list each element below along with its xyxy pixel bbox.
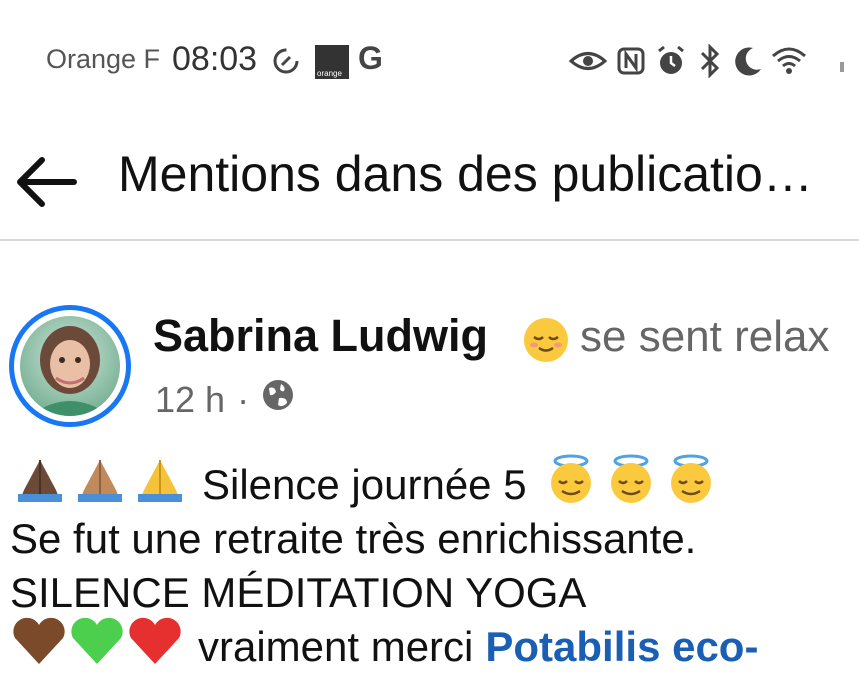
post-text-line-4: vraiment merci	[198, 623, 474, 670]
brown-heart-emoji-icon	[10, 616, 68, 679]
carrier-name: Orange F	[46, 44, 161, 74]
page-title: Mentions dans des publicatio…	[118, 146, 813, 202]
eye-icon	[568, 46, 608, 81]
avatar-photo	[20, 316, 120, 416]
praying-hands-dark-emoji-icon	[10, 456, 70, 515]
post-header: Sabrina Ludwig se sent relax 12 h ·	[0, 300, 859, 430]
post-line-2: Se fut une retraite très enrichissante.	[10, 512, 859, 566]
google-g-icon: G	[358, 40, 383, 76]
status-icons-right	[568, 40, 859, 84]
red-heart-emoji-icon	[126, 616, 184, 679]
orange-operator-icon: orange	[315, 45, 349, 79]
signal-icon	[837, 60, 847, 79]
status-bar: Orange F 08:03 orange G	[0, 0, 859, 125]
smiling-halo-emoji-icon	[603, 453, 659, 518]
post-author-name[interactable]: Sabrina Ludwig	[153, 310, 488, 362]
meta-separator: ·	[237, 378, 250, 420]
post-text-line-1: Silence journée 5	[202, 461, 527, 508]
alarm-icon	[655, 45, 687, 82]
globe-icon	[261, 378, 295, 421]
operator-badge-text: orange	[317, 69, 342, 78]
data-saver-icon	[270, 45, 302, 82]
post-text-line-2: Se fut une retraite très enrichissante.	[10, 515, 697, 562]
back-button[interactable]	[12, 152, 78, 212]
post-line-3: SILENCE MÉDITATION YOGA	[10, 566, 859, 620]
app-header: Mentions dans des publicatio…	[0, 125, 859, 241]
post-body: Silence journée 5 Se fut une retraite tr…	[10, 454, 859, 674]
smiling-halo-emoji-icon	[543, 453, 599, 518]
profile-avatar[interactable]	[9, 305, 131, 427]
post-timestamp[interactable]: 12 h	[155, 379, 225, 421]
smiling-halo-emoji-icon	[663, 453, 719, 518]
feeling-text: se sent relax	[580, 312, 830, 361]
post-meta: 12 h ·	[155, 378, 295, 421]
praying-hands-medium-emoji-icon	[70, 456, 130, 515]
post-line-1: Silence journée 5	[10, 454, 859, 515]
nfc-icon	[616, 46, 646, 81]
status-time: 08:03	[172, 40, 258, 78]
wifi-icon	[771, 46, 807, 81]
praying-hands-yellow-emoji-icon	[130, 456, 190, 515]
relieved-face-emoji-icon	[522, 316, 570, 369]
green-heart-emoji-icon	[68, 616, 126, 679]
post-text-line-3: SILENCE MÉDITATION YOGA	[10, 569, 587, 616]
do-not-disturb-moon-icon	[733, 45, 763, 82]
bluetooth-icon	[699, 43, 721, 83]
arrow-left-icon	[12, 157, 78, 216]
post-line-4: vraiment merci Potabilis eco-	[10, 617, 859, 674]
page-mention-link[interactable]: Potabilis eco-	[485, 620, 758, 674]
